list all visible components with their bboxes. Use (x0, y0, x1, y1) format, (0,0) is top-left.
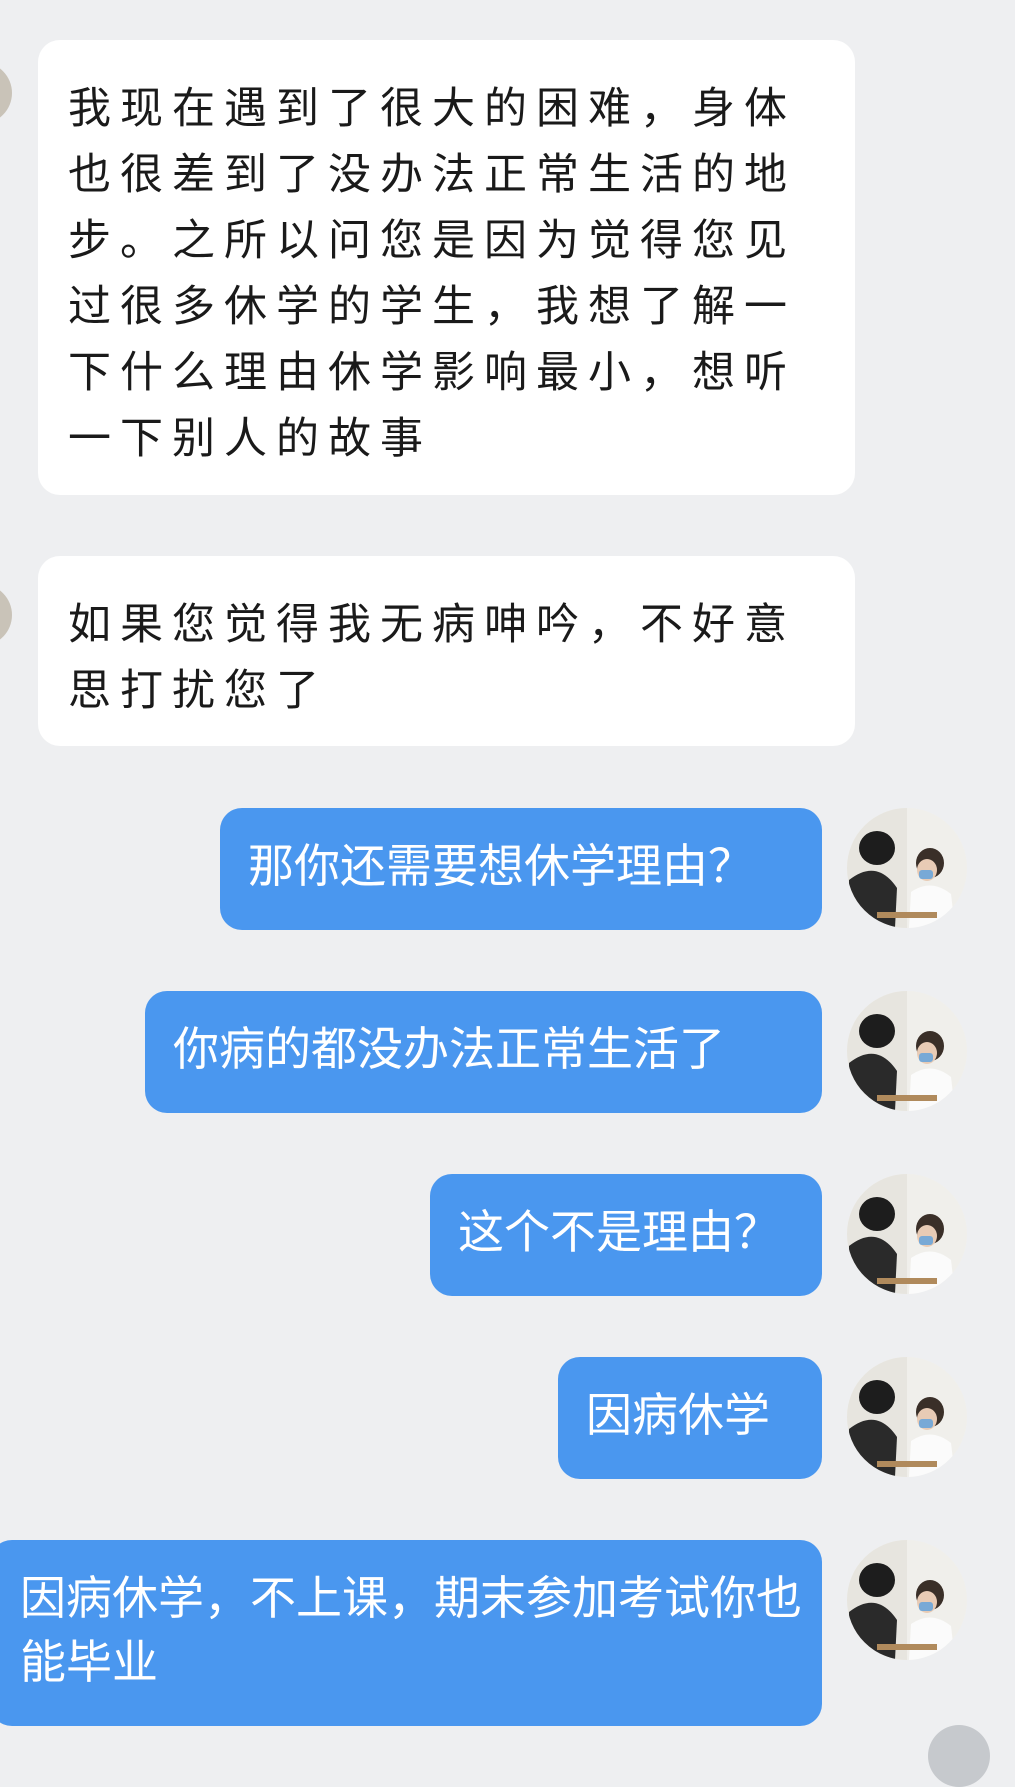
message-outgoing-2[interactable]: 你病的都没办法正常生活了 (145, 991, 822, 1113)
user-photo-icon (847, 991, 967, 1111)
message-outgoing-5[interactable]: 因病休学，不上课，期末参加考试你也能毕业 (0, 1540, 822, 1726)
message-outgoing-4[interactable]: 因病休学 (558, 1357, 822, 1479)
message-incoming-1[interactable]: 我现在遇到了很大的困难，身体也很差到了没办法正常生活的地步。之所以问您是因为觉得… (38, 40, 855, 495)
message-outgoing-3[interactable]: 这个不是理由？ (430, 1174, 822, 1296)
avatar-other[interactable] (0, 584, 12, 646)
user-photo-icon (847, 1357, 967, 1477)
message-outgoing-1[interactable]: 那你还需要想休学理由？ (220, 808, 822, 930)
user-photo-icon (847, 1540, 967, 1660)
avatar-self[interactable] (847, 991, 967, 1111)
avatar-self[interactable] (847, 1174, 967, 1294)
user-photo-icon (847, 808, 967, 928)
avatar-self[interactable] (847, 808, 967, 928)
message-incoming-2[interactable]: 如果您觉得我无病呻吟，不好意思打扰您了 (38, 556, 855, 746)
avatar-self[interactable] (847, 1540, 967, 1660)
avatar-other[interactable] (0, 62, 12, 124)
user-photo-icon (847, 1174, 967, 1294)
avatar-self[interactable] (847, 1357, 967, 1477)
avatar-next-partial (928, 1725, 990, 1787)
